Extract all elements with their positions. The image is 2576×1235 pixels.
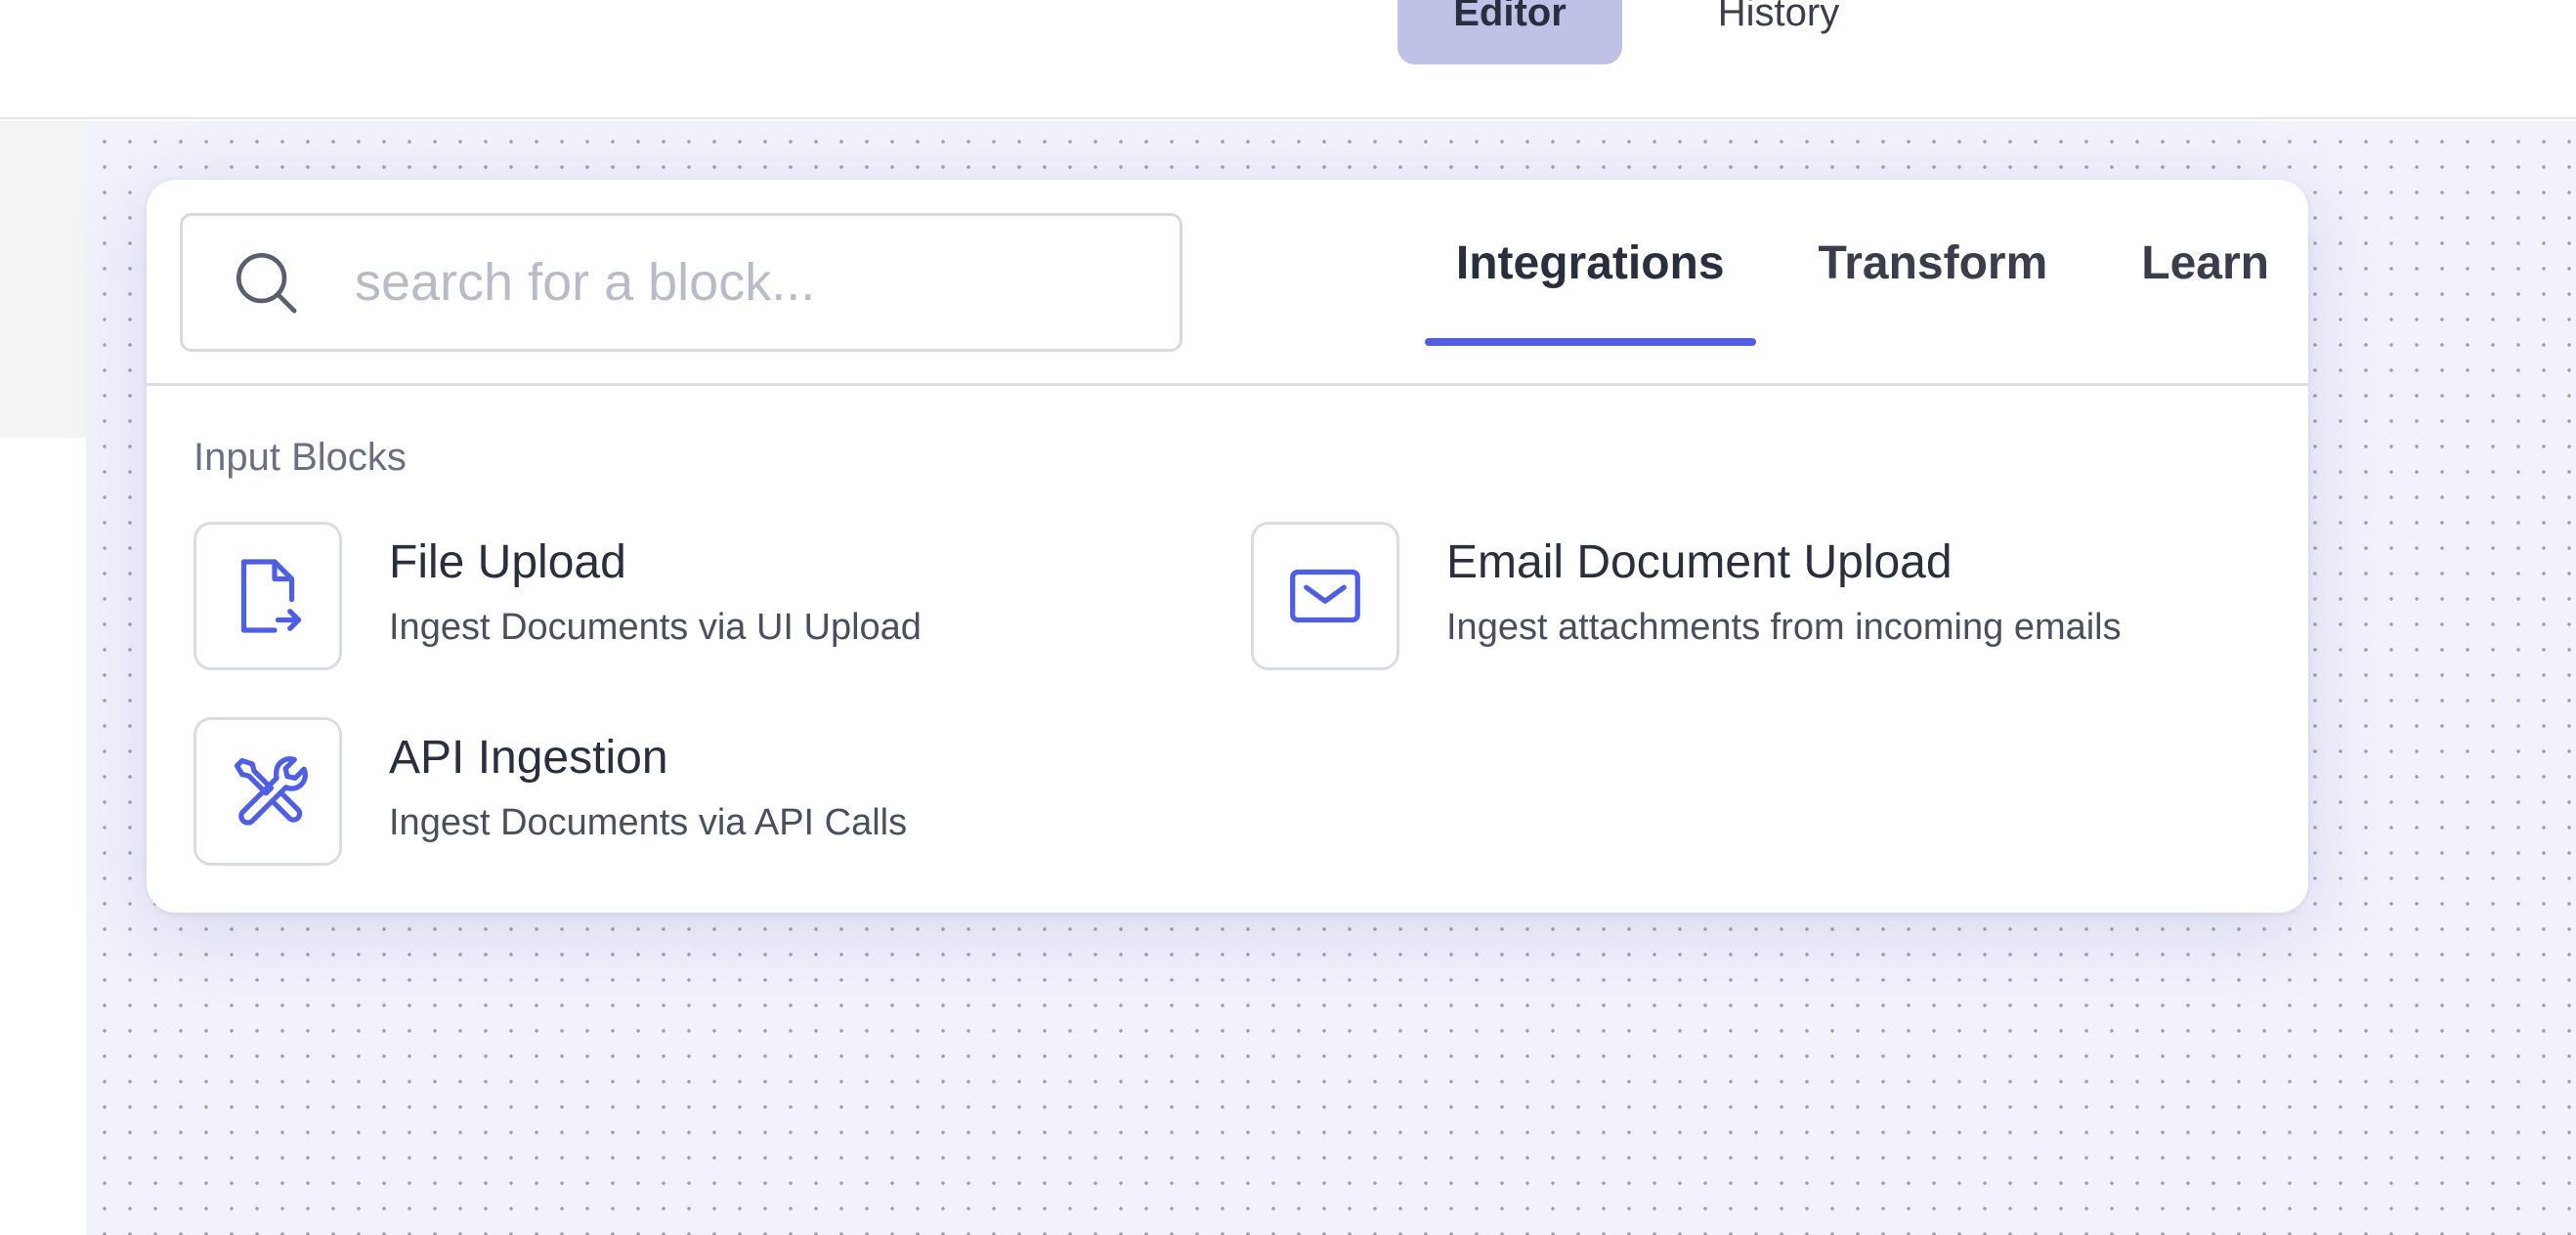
block-title: Email Document Upload: [1446, 536, 1953, 588]
divider: [147, 383, 2308, 386]
block-description: Ingest Documents via API Calls: [389, 802, 908, 843]
file-upload-icon: [240, 559, 302, 633]
block-description: Ingest Documents via UI Upload: [389, 607, 922, 648]
tab-transform-label: Transform: [1818, 237, 2048, 289]
tab-transform[interactable]: Transform: [1819, 229, 2048, 346]
tab-history[interactable]: History: [1661, 0, 1896, 64]
left-panel: [0, 121, 86, 438]
envelope-icon: [1290, 569, 1360, 623]
tab-editor[interactable]: Editor: [1397, 0, 1622, 64]
search-box[interactable]: [180, 213, 1182, 352]
block-icon-frame: [193, 717, 342, 866]
search-icon: [236, 252, 297, 314]
tab-integrations-label: Integrations: [1455, 237, 1725, 289]
tab-history-label: History: [1717, 0, 1840, 34]
block-title: API Ingestion: [389, 732, 668, 784]
block-icon-frame: [193, 522, 342, 670]
tab-learn[interactable]: Learn: [2141, 229, 2269, 346]
tab-editor-label: Editor: [1453, 0, 1567, 34]
tab-learn-label: Learn: [2141, 237, 2269, 289]
section-label: Input Blocks: [193, 436, 407, 479]
category-tabs: Integrations Transform Learn: [1362, 229, 2269, 367]
top-bar: Editor History: [0, 0, 2576, 119]
search-input[interactable]: [353, 251, 1135, 314]
block-description: Ingest attachments from incoming emails: [1446, 607, 2122, 648]
block-email-document-upload[interactable]: Email Document Upload Ingest attachments…: [1251, 522, 2122, 670]
tools-icon: [234, 756, 308, 826]
tab-integrations[interactable]: Integrations: [1424, 229, 1756, 346]
block-file-upload[interactable]: File Upload Ingest Documents via UI Uplo…: [193, 522, 922, 670]
block-api-ingestion[interactable]: API Ingestion Ingest Documents via API C…: [193, 717, 907, 866]
block-icon-frame: [1251, 522, 1399, 670]
block-picker-popover: Integrations Transform Learn Input Block…: [147, 180, 2308, 913]
block-title: File Upload: [389, 536, 626, 588]
